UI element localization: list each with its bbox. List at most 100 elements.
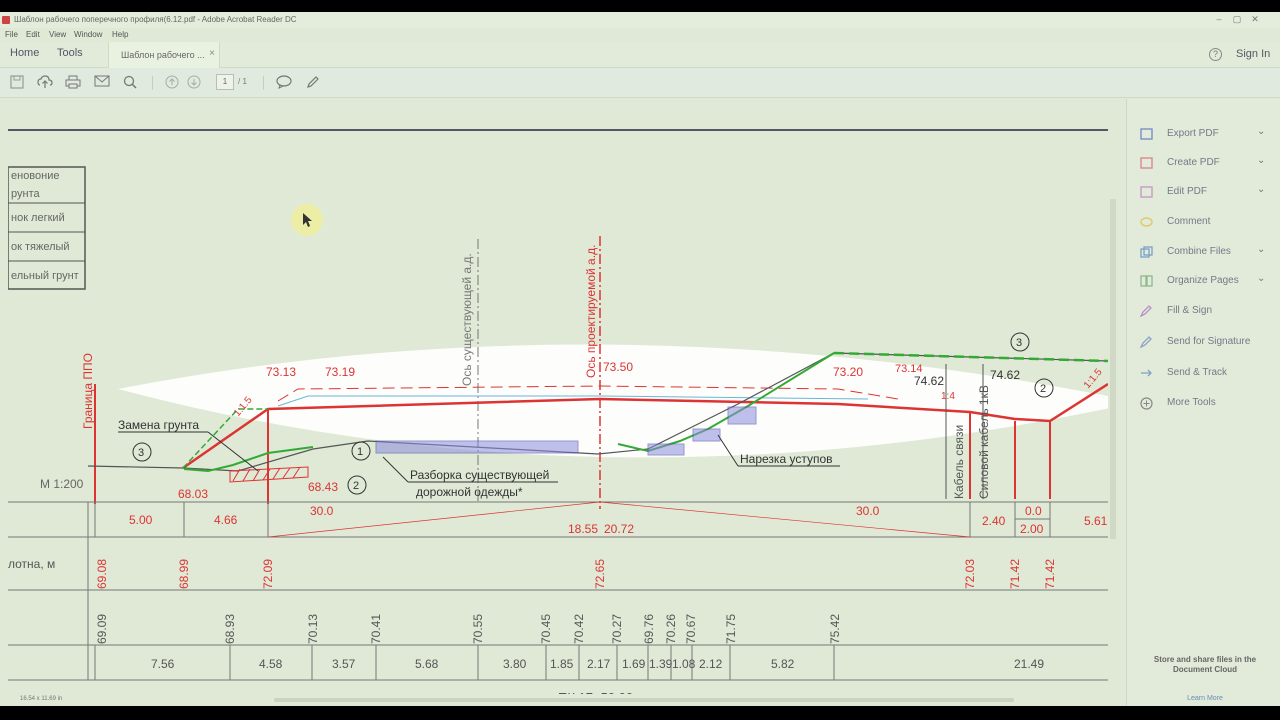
tool-send-signature[interactable]: Send for Signature xyxy=(1139,334,1271,352)
tool-send-track[interactable]: Send & Track xyxy=(1139,365,1271,383)
tool-export-pdf[interactable]: Export PDF ⌄ xyxy=(1139,126,1271,144)
tool-organize-pages[interactable]: Organize Pages ⌄ xyxy=(1139,273,1271,291)
window-title: Шаблон рабочего поперечного профиля(6.12… xyxy=(14,15,297,24)
fill-sign-icon xyxy=(1139,305,1153,318)
tab-row: Home Tools Шаблон рабочего ... × ? Sign … xyxy=(0,42,1280,68)
tab-home[interactable]: Home xyxy=(10,47,39,59)
row3-value: 69.09 xyxy=(95,614,109,644)
horizontal-scrollbar[interactable] xyxy=(274,698,1014,702)
tab-tools[interactable]: Tools xyxy=(57,47,83,59)
menu-window[interactable]: Window xyxy=(74,30,102,39)
learn-more-link[interactable]: Learn More xyxy=(1143,695,1267,702)
legend-row: нок легкий xyxy=(11,212,65,224)
menu-view[interactable]: View xyxy=(49,30,66,39)
send-track-icon xyxy=(1139,367,1153,379)
elevation-label: 73.50 xyxy=(603,360,633,374)
save-icon[interactable] xyxy=(9,75,25,91)
elevation-label: 73.19 xyxy=(325,365,355,379)
more-tools-icon xyxy=(1139,397,1153,410)
row4-value: 2.17 xyxy=(587,657,611,671)
combine-files-icon xyxy=(1139,246,1153,258)
menu-file[interactable]: File xyxy=(5,30,18,39)
vertical-scrollbar[interactable] xyxy=(1110,199,1116,539)
chevron-down-icon[interactable]: ⌄ xyxy=(1257,273,1265,284)
boundary-label: Граница ППО xyxy=(81,353,95,429)
scale-label: М 1:200 xyxy=(40,477,84,491)
row3-value: 71.75 xyxy=(724,614,738,644)
toolbar: 1 / 1 xyxy=(0,68,1280,98)
width-value: 2.40 xyxy=(982,514,1006,528)
sign-in-link[interactable]: Sign In xyxy=(1236,48,1270,60)
callout-number: 1 xyxy=(357,446,363,458)
row2-value: 71.42 xyxy=(1008,559,1022,589)
maximize-button[interactable]: ▢ xyxy=(1228,12,1246,26)
email-icon[interactable] xyxy=(94,75,110,91)
menu-edit[interactable]: Edit xyxy=(26,30,40,39)
width-value: 4.66 xyxy=(214,513,238,527)
row3-value: 70.67 xyxy=(684,614,698,644)
acrobat-icon xyxy=(2,16,10,24)
tool-fill-sign[interactable]: Fill & Sign xyxy=(1139,303,1271,321)
chevron-down-icon[interactable]: ⌄ xyxy=(1257,184,1265,195)
document-view[interactable]: еновоние рунта нок легкий ок тяжелый ель… xyxy=(0,99,1126,706)
tool-combine-files[interactable]: Combine Files ⌄ xyxy=(1139,244,1271,262)
row3-value: 70.41 xyxy=(369,614,383,644)
organize-pages-icon xyxy=(1139,275,1153,287)
row4-value: 1.69 xyxy=(622,657,646,671)
row3-value: 70.27 xyxy=(610,614,624,644)
tool-edit-pdf[interactable]: Edit PDF ⌄ xyxy=(1139,184,1271,202)
toolbar-divider xyxy=(152,76,153,90)
prev-page-icon[interactable] xyxy=(164,75,180,91)
minimize-button[interactable]: ‒ xyxy=(1210,12,1228,26)
help-icon[interactable]: ? xyxy=(1209,48,1222,61)
row4-value: 7.56 xyxy=(151,657,175,671)
tool-create-pdf[interactable]: Create PDF ⌄ xyxy=(1139,155,1271,173)
pen-tool-icon[interactable] xyxy=(305,75,321,91)
cable-power-label: Силовой кабель 1кВ xyxy=(977,385,991,499)
menu-help[interactable]: Help xyxy=(112,30,128,39)
row4-value: 2.12 xyxy=(699,657,723,671)
width-value: 5.00 xyxy=(129,513,153,527)
page-number-input[interactable]: 1 xyxy=(216,74,234,90)
row2-value: 72.65 xyxy=(593,559,607,589)
next-page-icon[interactable] xyxy=(186,75,202,91)
acrobat-window: Шаблон рабочего поперечного профиля(6.12… xyxy=(0,12,1280,706)
print-icon[interactable] xyxy=(65,75,81,91)
elevation-label: 73.20 xyxy=(833,365,863,379)
upload-icon[interactable] xyxy=(37,75,53,91)
row3-value: 70.13 xyxy=(306,614,320,644)
elevation-label: 68.43 xyxy=(308,480,338,494)
width-value: 30.0 xyxy=(856,504,880,518)
callout-number: 2 xyxy=(353,480,359,492)
row4-value: 4.58 xyxy=(259,657,283,671)
comment-tool-icon[interactable] xyxy=(276,75,292,91)
tab-document[interactable]: Шаблон рабочего ... × xyxy=(108,42,220,68)
tool-more-tools[interactable]: More Tools xyxy=(1139,395,1271,413)
row3-value: 69.76 xyxy=(642,614,656,644)
row2-value: 72.03 xyxy=(963,559,977,589)
chevron-down-icon[interactable]: ⌄ xyxy=(1257,155,1265,166)
row4-value: 1.39 xyxy=(649,657,673,671)
row4-value: 5.68 xyxy=(415,657,439,671)
row3-value: 68.93 xyxy=(223,614,237,644)
send-signature-icon xyxy=(1139,336,1153,349)
width-value: 20.72 xyxy=(604,522,634,536)
search-icon[interactable] xyxy=(122,75,138,91)
row3-value: 75.42 xyxy=(828,614,842,644)
page-size-label: 16.54 x 11.69 in xyxy=(20,696,63,702)
chevron-down-icon[interactable]: ⌄ xyxy=(1257,244,1265,255)
elevation-label: 68.03 xyxy=(178,487,208,501)
toolbar-divider xyxy=(263,76,264,90)
close-window-button[interactable]: ✕ xyxy=(1246,12,1264,26)
tool-comment[interactable]: Comment xyxy=(1139,214,1271,232)
export-pdf-icon xyxy=(1139,128,1153,140)
comment-icon xyxy=(1139,216,1153,228)
close-tab-icon[interactable]: × xyxy=(209,48,215,59)
title-bar: Шаблон рабочего поперечного профиля(6.12… xyxy=(0,12,1280,28)
dismantle-label: Разборка существующей xyxy=(410,468,549,482)
row2-value: 72.09 xyxy=(261,559,275,589)
callout-number: 3 xyxy=(1016,337,1022,349)
row3-value: 70.42 xyxy=(572,614,586,644)
chevron-down-icon[interactable]: ⌄ xyxy=(1257,126,1265,137)
cloud-promo-text: Store and share files in the Document Cl… xyxy=(1153,655,1257,674)
